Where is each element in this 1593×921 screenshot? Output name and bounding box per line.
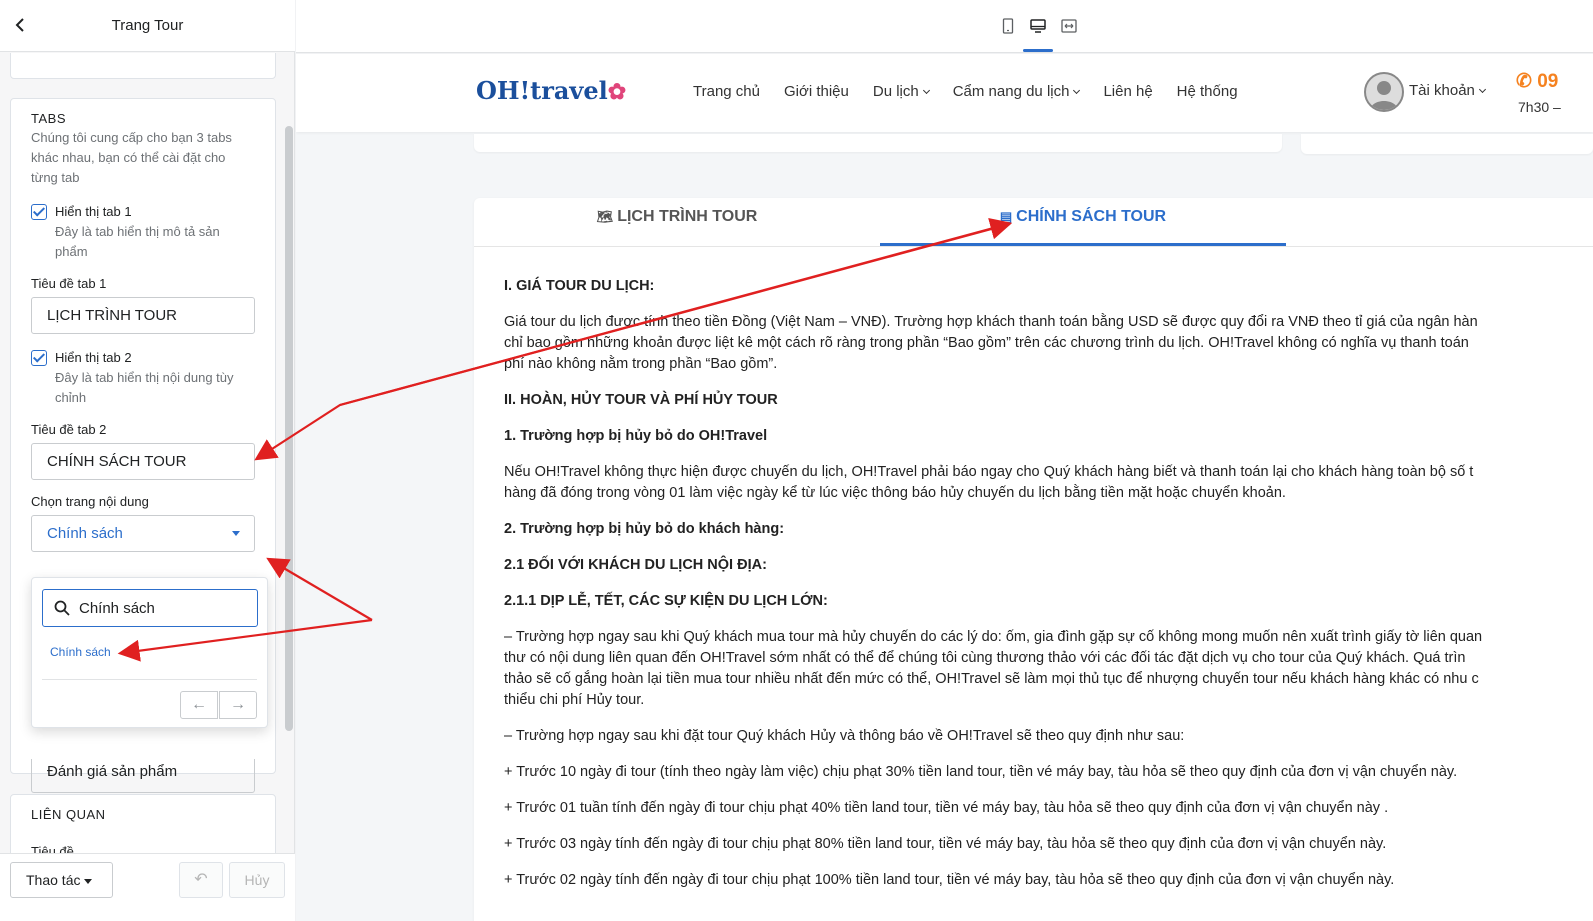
editor-footer: Thao tác ↶ Hủy <box>0 853 295 921</box>
fullwidth-icon[interactable] <box>1061 18 1077 34</box>
article-paragraph: + Trước 03 ngày tính đến ngày đi tour ch… <box>504 836 1387 852</box>
article-heading: 1. Trường hợp bị hủy bỏ do OH!Travel <box>504 428 768 444</box>
tab-border <box>474 246 1593 247</box>
next-page-button[interactable]: → <box>219 691 257 719</box>
tour-tabs-card: 🗺 LỊCH TRÌNH TOUR ▤ CHÍNH SÁCH TOUR I. GIÁ… <box>474 198 1593 921</box>
previous-block <box>474 134 1282 152</box>
mobile-icon[interactable] <box>1000 18 1016 34</box>
editor-scroll-area[interactable]: TABS Chúng tôi cung cấp cho bạn 3 tabs k… <box>0 53 295 853</box>
editor-title: Trang Tour <box>111 17 184 34</box>
show-tab2-checkbox[interactable] <box>31 350 47 366</box>
related-title-label: Tiêu đề <box>31 844 74 853</box>
section-title-related: LIÊN QUAN <box>31 807 106 822</box>
document-icon: ▤ <box>999 209 1013 224</box>
show-tab1-checkbox-row[interactable]: Hiển thị tab 1 <box>31 202 255 222</box>
phone-icon: ✆ <box>1516 71 1532 92</box>
caret-down-icon <box>232 531 240 536</box>
article-paragraph: + Trước 01 tuần tính đến ngày đi tour ch… <box>504 800 1389 816</box>
show-tab1-checkbox[interactable] <box>31 204 47 220</box>
nav-item-about[interactable]: Giới thiệu <box>784 83 849 100</box>
flower-icon: ✿ <box>607 79 627 105</box>
undo-button[interactable]: ↶ <box>179 862 223 898</box>
dropdown-search-value: Chính sách <box>79 600 155 617</box>
chevron-down-icon <box>1478 85 1486 94</box>
nav-item-guide[interactable]: Cẩm nang du lịch <box>952 83 1081 100</box>
dropdown-option[interactable]: Chính sách <box>50 645 111 659</box>
prev-page-button[interactable]: ← <box>180 691 218 719</box>
desktop-icon[interactable] <box>1030 18 1046 34</box>
show-tab2-label: Hiển thị tab 2 <box>55 350 132 365</box>
active-device-indicator <box>1023 49 1053 52</box>
content-page-select-value: Chính sách <box>47 525 123 542</box>
editor-scrollbar[interactable] <box>285 126 293 731</box>
article-heading: 2.1 ĐỐI VỚI KHÁCH DU LỊCH NỘI ĐỊA: <box>504 557 767 573</box>
tab3-title-input[interactable]: Đánh giá sản phẩm <box>31 759 255 793</box>
store-preview: OH!travel✿ Trang chủ Giới thiệu Du lịch … <box>296 54 1593 921</box>
sidebar-block <box>1301 134 1593 154</box>
account-menu[interactable]: Tài khoản <box>1409 82 1486 99</box>
content-page-select[interactable]: Chính sách <box>31 515 255 552</box>
phone-number[interactable]: ✆ 09 <box>1516 70 1558 93</box>
previous-section-card <box>10 53 276 79</box>
theme-editor-sidebar: Trang Tour TABS Chúng tôi cung cấp cho b… <box>0 0 295 921</box>
tab-itinerary-label: LỊCH TRÌNH TOUR <box>617 208 758 225</box>
nav-item-system[interactable]: Hệ thống <box>1177 83 1238 100</box>
dropdown-search-input[interactable]: Chính sách <box>42 589 258 627</box>
article-paragraph: Nếu OH!Travel không thực hiện được chuyế… <box>504 464 1474 501</box>
tab2-title-input[interactable]: CHÍNH SÁCH TOUR <box>31 443 255 480</box>
article-paragraph: + Trước 10 ngày đi tour (tính theo ngày … <box>504 764 1458 780</box>
article-paragraph: – Trường hợp ngay sau khi Quý khách mua … <box>504 629 1483 708</box>
article-paragraph: – Trường hợp ngay sau khi đặt tour Quý k… <box>504 728 1185 744</box>
map-icon: 🗺 <box>596 209 614 224</box>
nav-item-travel-label: Du lịch <box>872 83 919 100</box>
search-icon <box>54 600 70 616</box>
phone-text: 09 <box>1537 71 1559 92</box>
tab-itinerary[interactable]: 🗺 LỊCH TRÌNH TOUR <box>474 208 880 246</box>
chevron-down-icon <box>1073 86 1081 95</box>
tab-policy-label: CHÍNH SÁCH TOUR <box>1016 208 1167 225</box>
account-label: Tài khoản <box>1409 82 1475 99</box>
nav-item-contact[interactable]: Liên hệ <box>1103 83 1152 100</box>
tab2-title-label: Tiêu đề tab 2 <box>31 422 107 437</box>
nav-item-travel[interactable]: Du lịch <box>872 83 930 100</box>
logo-text: OH!travel <box>476 76 608 105</box>
caret-down-icon <box>84 879 92 884</box>
tab-policy[interactable]: ▤ CHÍNH SÁCH TOUR <box>880 208 1286 246</box>
article-heading: 2.1.1 DỊP LỄ, TẾT, CÁC SỰ KIỆN DU LỊCH L… <box>504 593 828 609</box>
tabs-help-text: Chúng tôi cung cấp cho bạn 3 tabs khác n… <box>31 130 232 185</box>
cancel-button[interactable]: Hủy <box>229 862 285 898</box>
actions-button-label: Thao tác <box>26 872 81 888</box>
working-hours: 7h30 – <box>1518 99 1561 115</box>
site-header: OH!travel✿ Trang chủ Giới thiệu Du lịch … <box>296 54 1593 132</box>
article-heading: I. GIÁ TOUR DU LỊCH: <box>504 278 655 294</box>
related-section-card: LIÊN QUAN Tiêu đề <box>10 794 276 853</box>
dropdown-divider <box>42 679 257 680</box>
article-paragraph: + Trước 02 ngày tính đến ngày đi tour ch… <box>504 872 1395 888</box>
show-tab2-help: Đây là tab hiển thị nội dung tùy chỉnh <box>55 370 234 405</box>
main-nav: Trang chủ Giới thiệu Du lịch Cẩm nang du… <box>693 83 1238 100</box>
nav-item-guide-label: Cẩm nang du lịch <box>952 83 1070 100</box>
tab1-title-input[interactable]: LỊCH TRÌNH TOUR <box>31 297 255 334</box>
show-tab1-label: Hiển thị tab 1 <box>55 204 132 219</box>
content-page-dropdown: Chính sách Chính sách ← → <box>31 577 268 728</box>
article-paragraph: Giá tour du lịch được tính theo tiền Đồn… <box>504 314 1478 372</box>
chevron-down-icon <box>922 86 930 95</box>
show-tab1-help: Đây là tab hiển thị mô tả sản phẩm <box>55 224 220 259</box>
tab1-title-label: Tiêu đề tab 1 <box>31 276 107 291</box>
policy-article: I. GIÁ TOUR DU LỊCH: Giá tour du lịch đượ… <box>504 276 1584 906</box>
content-page-label: Chọn trang nội dung <box>31 494 149 509</box>
show-tab2-checkbox-row[interactable]: Hiển thị tab 2 <box>31 348 255 368</box>
actions-button[interactable]: Thao tác <box>10 862 113 898</box>
user-avatar-icon[interactable] <box>1364 72 1404 112</box>
editor-header: Trang Tour <box>0 0 295 52</box>
article-heading: 2. Trường hợp bị hủy bỏ do khách hàng: <box>504 521 785 537</box>
article-heading: II. HOÀN, HỦY TOUR VÀ PHÍ HỦY TOUR <box>504 392 778 408</box>
site-logo[interactable]: OH!travel✿ <box>476 76 626 105</box>
nav-item-home[interactable]: Trang chủ <box>693 83 760 100</box>
section-title-tabs: TABS <box>31 111 66 126</box>
preview-toolbar <box>296 0 1593 53</box>
